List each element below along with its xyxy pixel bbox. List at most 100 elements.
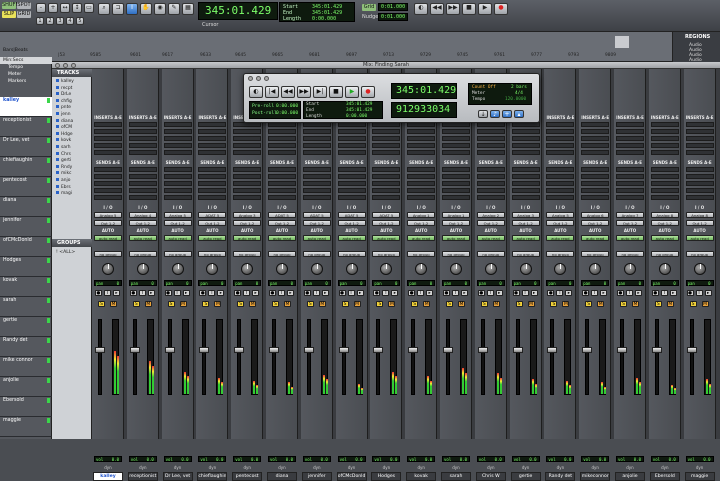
record-arm-button[interactable]: ● <box>303 290 311 296</box>
record-arm-button[interactable]: ● <box>338 290 346 296</box>
mode-shuffle-button[interactable]: SHUFFLE <box>2 2 24 9</box>
pan-value[interactable]: 0 <box>151 281 153 286</box>
volume-fader-handle[interactable] <box>95 347 105 353</box>
merge-icon[interactable]: + <box>502 110 512 118</box>
mute-button[interactable]: M <box>458 301 465 307</box>
mute-button[interactable]: M <box>110 301 117 307</box>
volume-fader-handle[interactable] <box>512 347 523 353</box>
timeline-meter[interactable]: Meter <box>0 71 52 78</box>
zoom-icon[interactable] <box>264 76 269 81</box>
track-name-button[interactable]: Chris W <box>475 472 506 481</box>
automation-mode[interactable]: auto read <box>128 235 157 241</box>
input-selector[interactable]: Analog 8 <box>685 212 714 218</box>
wait-for-note-icon[interactable]: ↓ <box>478 110 488 118</box>
insert-slot[interactable] <box>546 129 575 134</box>
send-slot[interactable] <box>511 195 540 200</box>
group-selector[interactable]: no group <box>650 251 679 257</box>
insert-slot[interactable] <box>616 122 644 127</box>
track-name-button[interactable]: kalley <box>93 472 123 481</box>
insert-slot[interactable] <box>372 129 401 134</box>
send-slot[interactable] <box>128 181 157 186</box>
zoom-preset-5[interactable]: 5 <box>76 17 84 25</box>
send-slot[interactable] <box>442 181 470 186</box>
smart-tool-icon[interactable]: ▦ <box>182 3 194 15</box>
mute-button[interactable]: M <box>597 301 605 307</box>
insert-slot[interactable] <box>581 129 610 134</box>
main-counter[interactable]: 345:01.429 <box>198 2 278 20</box>
record-icon[interactable]: ● <box>494 3 508 15</box>
solo-safe-button[interactable]: ▸ <box>356 290 364 296</box>
insert-slot[interactable] <box>407 143 436 148</box>
insert-slot[interactable] <box>233 129 262 134</box>
stop-icon[interactable]: ■ <box>462 3 476 15</box>
length-value[interactable]: 0:00.000 <box>312 16 336 22</box>
insert-slot[interactable] <box>546 150 575 155</box>
send-slot[interactable] <box>233 167 262 172</box>
group-selector[interactable]: no group <box>128 251 157 257</box>
insert-slot[interactable] <box>442 136 470 141</box>
send-slot[interactable] <box>442 195 470 200</box>
send-slot[interactable] <box>476 167 505 172</box>
zoom-preset-3[interactable]: 3 <box>56 17 64 25</box>
insert-slot[interactable] <box>372 136 401 141</box>
solo-button[interactable]: S <box>446 301 453 307</box>
input-selector[interactable]: Analog 5 <box>94 212 122 218</box>
record-arm-button[interactable]: ● <box>477 290 485 296</box>
tracks-list-item[interactable]: diana <box>56 119 73 124</box>
send-slot[interactable] <box>442 188 470 193</box>
send-slot[interactable] <box>616 195 644 200</box>
group-selector[interactable]: no group <box>511 251 540 257</box>
input-monitor-button[interactable]: I <box>173 290 181 296</box>
send-slot[interactable] <box>268 167 296 172</box>
solo-button[interactable]: S <box>515 301 523 307</box>
output-selector[interactable]: Out 1-2 <box>372 220 401 226</box>
tracks-list-item[interactable]: Rndy <box>56 165 72 170</box>
pan-knob[interactable] <box>310 263 323 275</box>
output-selector[interactable]: Out 1-2 <box>476 220 505 226</box>
pan-value[interactable]: 0 <box>673 281 675 286</box>
insert-slot[interactable] <box>128 136 157 141</box>
pan-value[interactable]: 0 <box>534 281 536 286</box>
edit-track-name[interactable]: Dr Lee, vet <box>0 137 52 157</box>
input-monitor-button[interactable]: I <box>452 290 459 296</box>
edit-track-name[interactable]: jennifer <box>0 217 52 237</box>
insert-slot[interactable] <box>407 136 436 141</box>
transport-main-counter[interactable]: 345:01.429 <box>391 83 457 99</box>
fast-forward-icon[interactable]: ▶▶ <box>446 3 460 15</box>
volume-fader-handle[interactable] <box>164 347 175 353</box>
insert-slot[interactable] <box>546 136 575 141</box>
zoom-preset-1[interactable]: 1 <box>36 17 44 25</box>
insert-slot[interactable] <box>128 122 157 127</box>
volume-fader-handle[interactable] <box>199 347 210 353</box>
insert-slot[interactable] <box>616 143 644 148</box>
automation-mode[interactable]: auto read <box>94 235 122 241</box>
solo-button[interactable]: S <box>654 301 662 307</box>
group-selector[interactable]: no group <box>442 251 470 257</box>
insert-slot[interactable] <box>685 129 714 134</box>
insert-slot[interactable] <box>163 143 192 148</box>
meter-value[interactable]: 4/4 <box>515 91 523 96</box>
solo-button[interactable]: S <box>98 301 105 307</box>
record-arm-button[interactable]: ● <box>617 290 624 296</box>
insert-slot[interactable] <box>94 136 122 141</box>
send-slot[interactable] <box>650 167 679 172</box>
output-selector[interactable]: Out 1-2 <box>616 220 644 226</box>
group-selector[interactable]: no group <box>372 251 401 257</box>
vol-value[interactable]: 0.0 <box>460 457 467 462</box>
insert-slot[interactable] <box>372 143 401 148</box>
track-name-button[interactable]: kovak <box>406 472 437 481</box>
start-value[interactable]: 345:01.429 <box>346 102 372 107</box>
insert-slot[interactable] <box>337 150 366 155</box>
input-monitor-button[interactable]: I <box>521 290 529 296</box>
input-monitor-button[interactable]: I <box>243 290 251 296</box>
solo-button[interactable]: S <box>480 301 488 307</box>
insert-slot[interactable] <box>163 136 192 141</box>
mute-button[interactable]: M <box>353 301 361 307</box>
insert-slot[interactable] <box>685 150 714 155</box>
insert-slot[interactable] <box>616 150 644 155</box>
online-icon[interactable]: ◐ <box>414 3 428 15</box>
insert-slot[interactable] <box>163 150 192 155</box>
zoom-out-icon[interactable]: - <box>36 3 46 13</box>
send-slot[interactable] <box>442 174 470 179</box>
trim-tool-icon[interactable]: ⊐ <box>112 3 124 15</box>
